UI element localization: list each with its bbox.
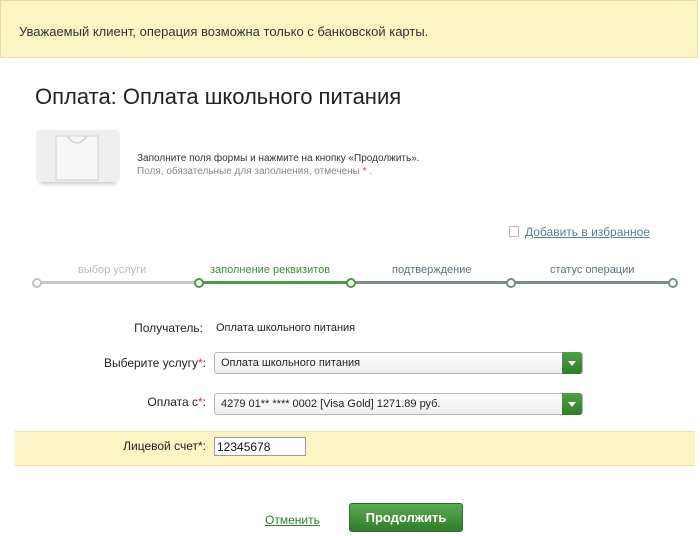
step-select-service: выбор услуги (78, 264, 147, 276)
step-operation-status: статус операции (550, 264, 635, 276)
cancel-link[interactable]: Отменить (265, 513, 320, 527)
account-number-input[interactable] (214, 437, 306, 456)
add-to-favorites[interactable]: Добавить в избранное (509, 225, 650, 239)
progress-steps: выбор услуги заполнение реквизитов подтв… (30, 262, 680, 292)
page-title: Оплата: Оплата школьного питания (35, 84, 402, 109)
step-dot-3 (346, 278, 356, 288)
account-label: Лицевой счет*: (123, 439, 206, 453)
step-track-1 (38, 281, 198, 284)
payment-source-value: 4279 01** **** 0002 [Visa Gold] 1271.89 … (221, 398, 441, 410)
step-dot-2 (194, 278, 204, 288)
step-track-2 (198, 281, 350, 284)
form-instruction: Заполните поля формы и нажмите на кнопку… (137, 153, 420, 164)
payment-label: Оплата с*: (147, 395, 206, 409)
shopping-bag-icon (55, 135, 99, 181)
service-select[interactable]: Оплата школьного питания (214, 352, 583, 374)
step-dot-1 (32, 278, 42, 288)
continue-button[interactable]: Продолжить (349, 503, 463, 532)
service-label: Выберите услугу*: (103, 356, 206, 370)
notice-banner: Уважаемый клиент, операция возможна толь… (0, 0, 698, 58)
required-mark: * (362, 166, 367, 177)
step-dot-5 (668, 278, 678, 288)
step-fill-details: заполнение реквизитов (210, 264, 331, 276)
step-track-3 (350, 281, 510, 284)
step-confirmation: подтверждение (392, 264, 472, 276)
add-to-favorites-link[interactable]: Добавить в избранное (525, 225, 650, 239)
notice-text: Уважаемый клиент, операция возможна толь… (19, 24, 429, 39)
chevron-down-icon[interactable] (562, 393, 582, 415)
payment-source-select[interactable]: 4279 01** **** 0002 [Visa Gold] 1271.89 … (214, 393, 583, 415)
chevron-down-icon[interactable] (562, 352, 582, 374)
service-select-value: Оплата школьного питания (221, 357, 361, 369)
recipient-value: Оплата школьного питания (216, 322, 356, 334)
service-tile (36, 130, 120, 182)
recipient-label: Получатель: (134, 321, 203, 335)
required-note: Поля, обязательные для заполнения, отмеч… (137, 166, 373, 177)
checkbox-icon[interactable] (509, 226, 519, 237)
step-track-4 (510, 281, 672, 284)
step-dot-4 (506, 278, 516, 288)
